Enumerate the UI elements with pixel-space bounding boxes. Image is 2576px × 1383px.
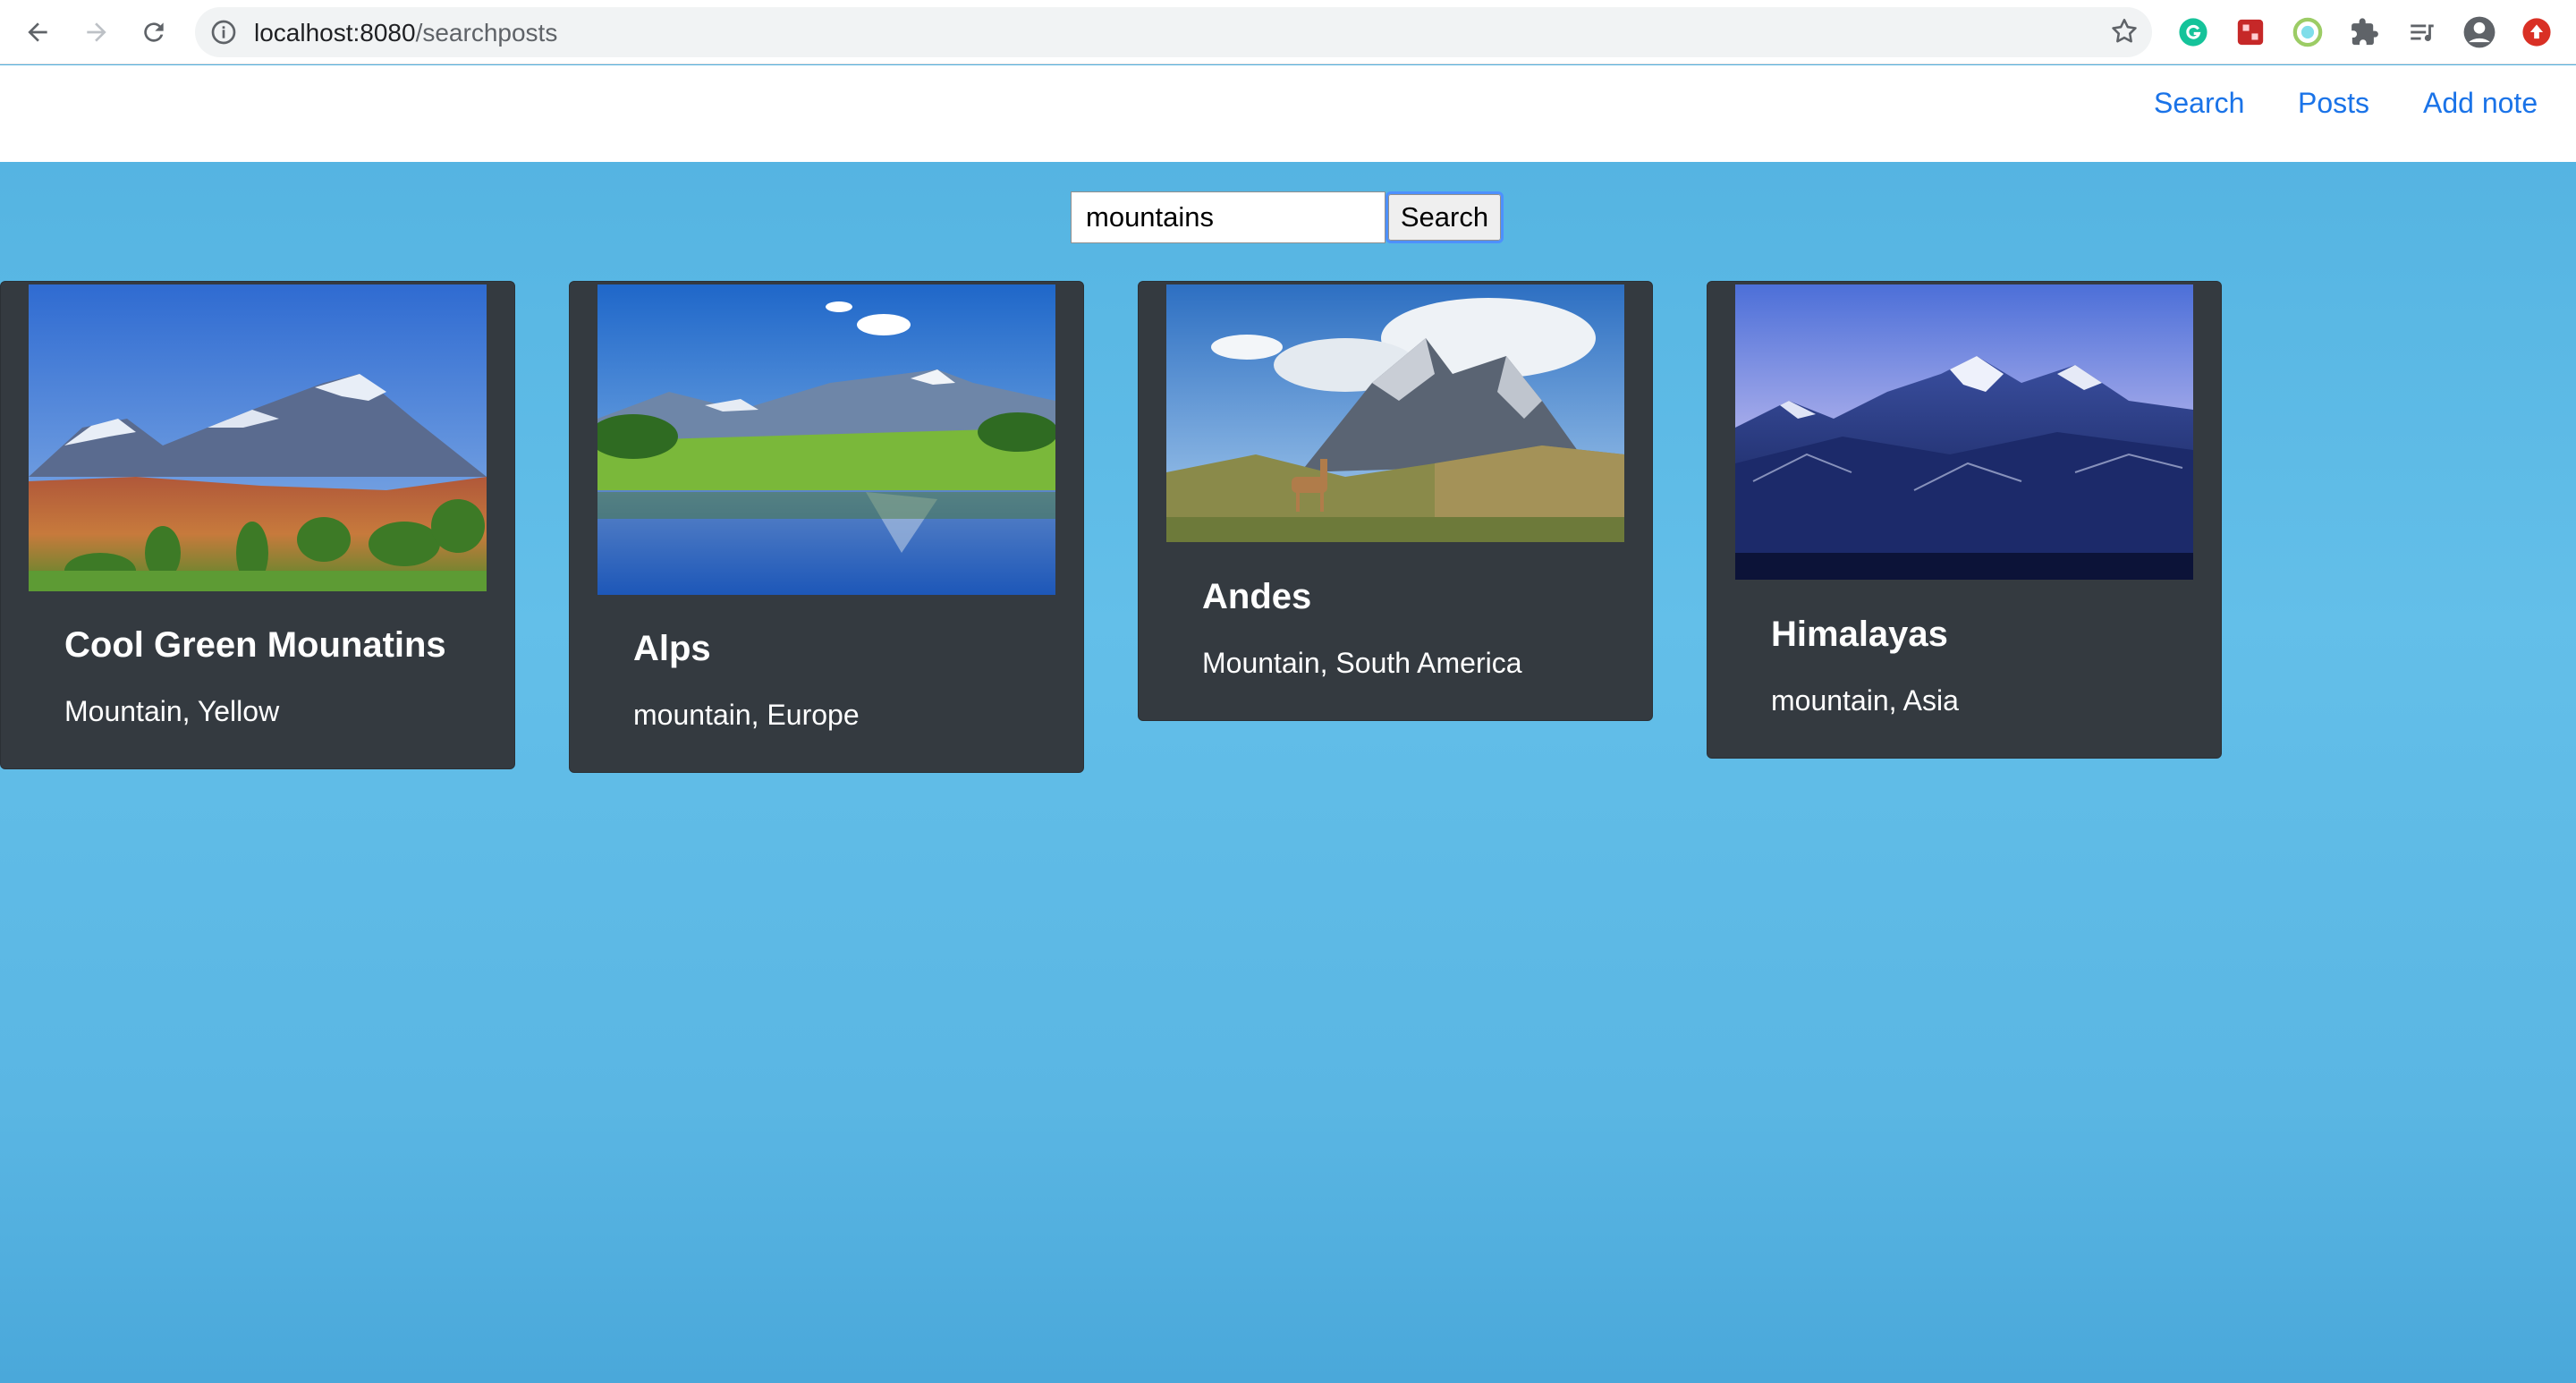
arrow-right-icon	[87, 22, 106, 42]
post-tags: mountain, Asia	[1771, 684, 1959, 717]
post-image-green-mountains	[29, 284, 487, 591]
search-input[interactable]	[1071, 191, 1385, 243]
color-picker-extension-icon[interactable]	[2288, 13, 2327, 52]
red-extension-icon[interactable]	[2231, 13, 2270, 52]
puzzle-extensions-icon[interactable]	[2345, 13, 2385, 52]
app-navbar: Search Posts Add note	[0, 65, 2576, 162]
back-button[interactable]	[18, 13, 57, 52]
url-text[interactable]: localhost:8080/searchposts	[254, 19, 557, 47]
post-card[interactable]: Andes Mountain, South America	[1138, 281, 1653, 721]
post-title: Cool Green Mounatins	[64, 625, 446, 665]
post-tags: Mountain, Yellow	[64, 695, 280, 727]
info-icon[interactable]	[209, 18, 238, 51]
search-button[interactable]: Search	[1385, 191, 1504, 243]
post-card[interactable]: Cool Green Mounatins Mountain, Yellow	[0, 281, 515, 769]
nav-link-posts[interactable]: Posts	[2298, 87, 2369, 120]
post-image-alps	[597, 284, 1055, 595]
reading-list-icon[interactable]	[2402, 13, 2442, 52]
post-title: Alps	[633, 629, 711, 668]
browser-toolbar: localhost:8080/searchposts	[0, 0, 2576, 64]
post-card[interactable]: Himalayas mountain, Asia	[1707, 281, 2222, 759]
grammarly-extension-icon[interactable]	[2174, 13, 2213, 52]
bookmark-star-icon[interactable]	[2109, 16, 2140, 51]
update-badge-icon[interactable]	[2517, 13, 2556, 52]
post-card[interactable]: Alps mountain, Europe	[569, 281, 1084, 773]
post-title: Andes	[1202, 577, 1312, 616]
post-image-andes	[1166, 284, 1624, 542]
profile-avatar-icon[interactable]	[2460, 13, 2499, 52]
nav-link-search[interactable]: Search	[2154, 87, 2244, 120]
url-host: localhost:8080	[254, 19, 416, 47]
post-tags: Mountain, South America	[1202, 647, 1522, 679]
nav-link-add-note[interactable]: Add note	[2423, 87, 2538, 120]
post-title: Himalayas	[1771, 615, 1948, 654]
reload-icon	[144, 22, 164, 42]
post-image-himalayas	[1735, 284, 2193, 580]
forward-button[interactable]	[77, 13, 116, 52]
post-tags: mountain, Europe	[633, 699, 860, 731]
url-path: /searchposts	[415, 19, 558, 47]
address-bar[interactable]: localhost:8080/searchposts	[195, 7, 2152, 57]
reload-button[interactable]	[134, 13, 174, 52]
arrow-left-icon	[28, 22, 47, 42]
